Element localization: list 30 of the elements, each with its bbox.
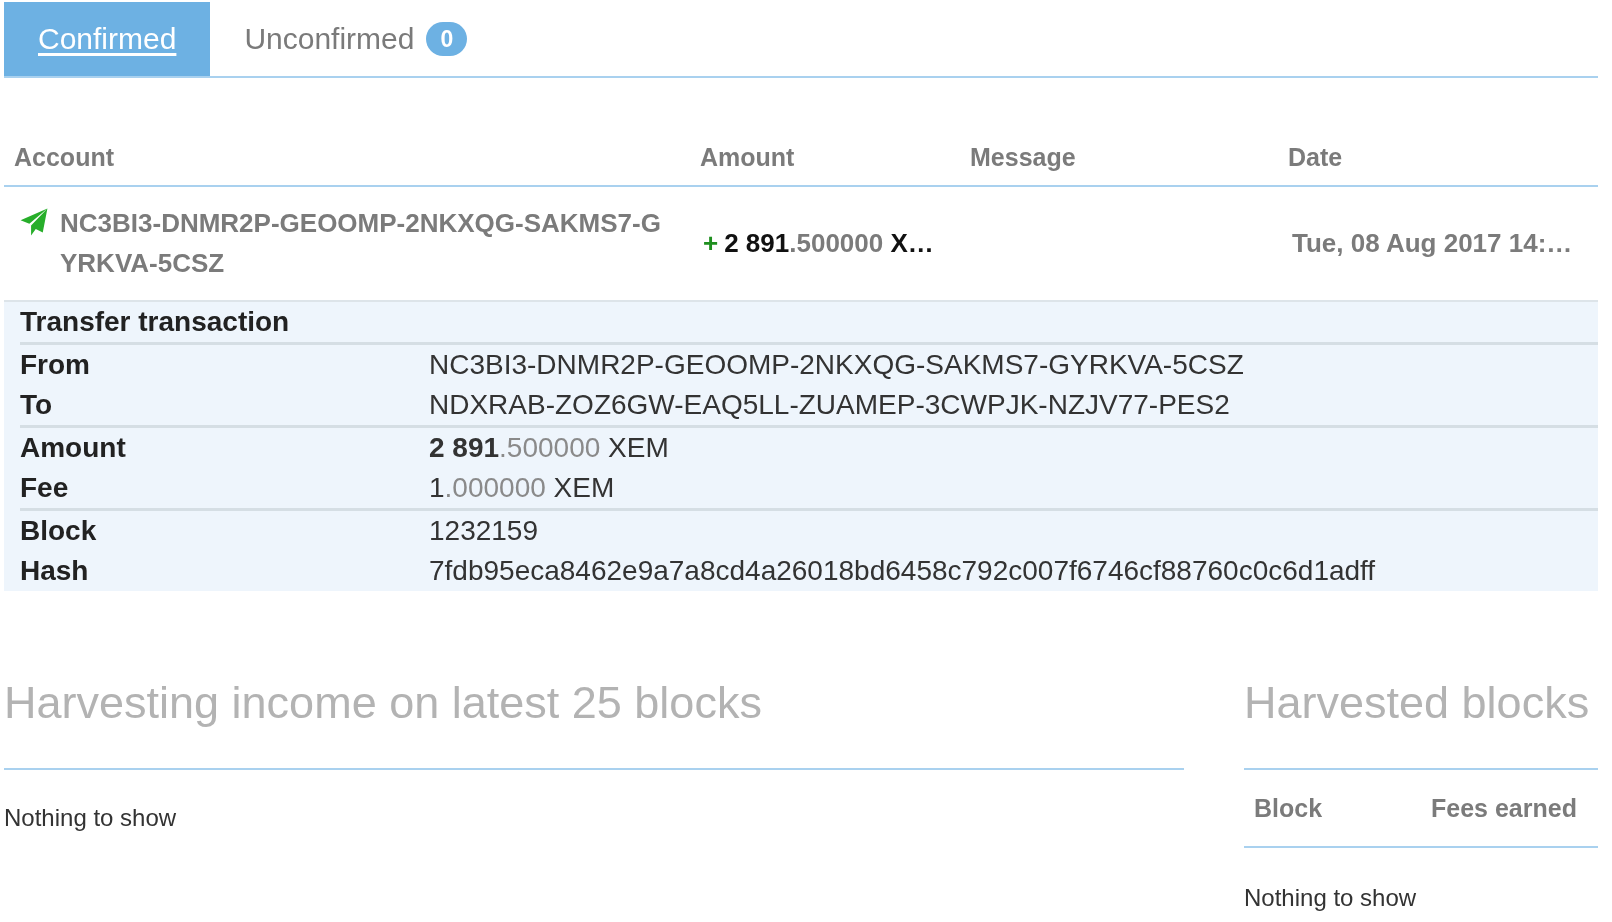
detail-value: NC3BI3-DNMR2P-GEOOMP-2NKXQG-SAKMS7-GYRKVA-5CSZ <box>429 348 1244 382</box>
tab[interactable]: Unconfirmed 0 <box>210 2 502 76</box>
detail-label: From <box>20 348 90 382</box>
column-header: Message <box>969 142 1076 172</box>
column-header: Fees earned <box>1430 793 1577 823</box>
column-header: Amount <box>699 142 795 172</box>
detail-value: NDXRAB-ZOZ6GW-EAQ5LL-ZUAMEP-3CWPJK-NZJV77-PES2 <box>429 388 1230 422</box>
detail-value: 7fdb95eca8462e9a7a8cd4a26018bd6458c792c007f6746cf88760c0c6d1adff <box>429 554 1376 588</box>
detail-value: 2 891.500000 XEM <box>429 431 669 465</box>
detail-value: 1232159 <box>429 514 538 548</box>
column-header: Account <box>13 142 114 172</box>
section-title: Harvested blocks <box>1244 676 1590 730</box>
detail-label: Fee <box>20 471 69 505</box>
section-title: Harvesting income on latest 25 blocks <box>4 676 762 730</box>
amount-text: + 2 891.500000 X… <box>703 228 934 259</box>
paper-plane-icon <box>20 208 48 236</box>
empty-message: Nothing to show <box>1244 883 1417 913</box>
count-badge: 0 <box>426 22 468 56</box>
detail-label: To <box>20 388 53 422</box>
column-header: Date <box>1287 142 1343 172</box>
details-title: Transfer transaction <box>20 305 290 339</box>
detail-label: Amount <box>20 431 126 465</box>
tab[interactable]: Confirmed <box>4 2 211 76</box>
column-header: Block <box>1253 793 1323 823</box>
detail-label: Hash <box>20 554 89 588</box>
empty-message: Nothing to show <box>4 803 177 833</box>
date-text: Tue, 08 Aug 2017 14:… <box>1292 228 1573 259</box>
detail-label: Block <box>20 514 97 548</box>
detail-value: 1.000000 XEM <box>429 471 615 505</box>
account-address: NC3BI3-DNMR2P-GEOOMP-2NKXQG-SAKMS7-GYRKVA-5CSZ <box>60 207 662 280</box>
